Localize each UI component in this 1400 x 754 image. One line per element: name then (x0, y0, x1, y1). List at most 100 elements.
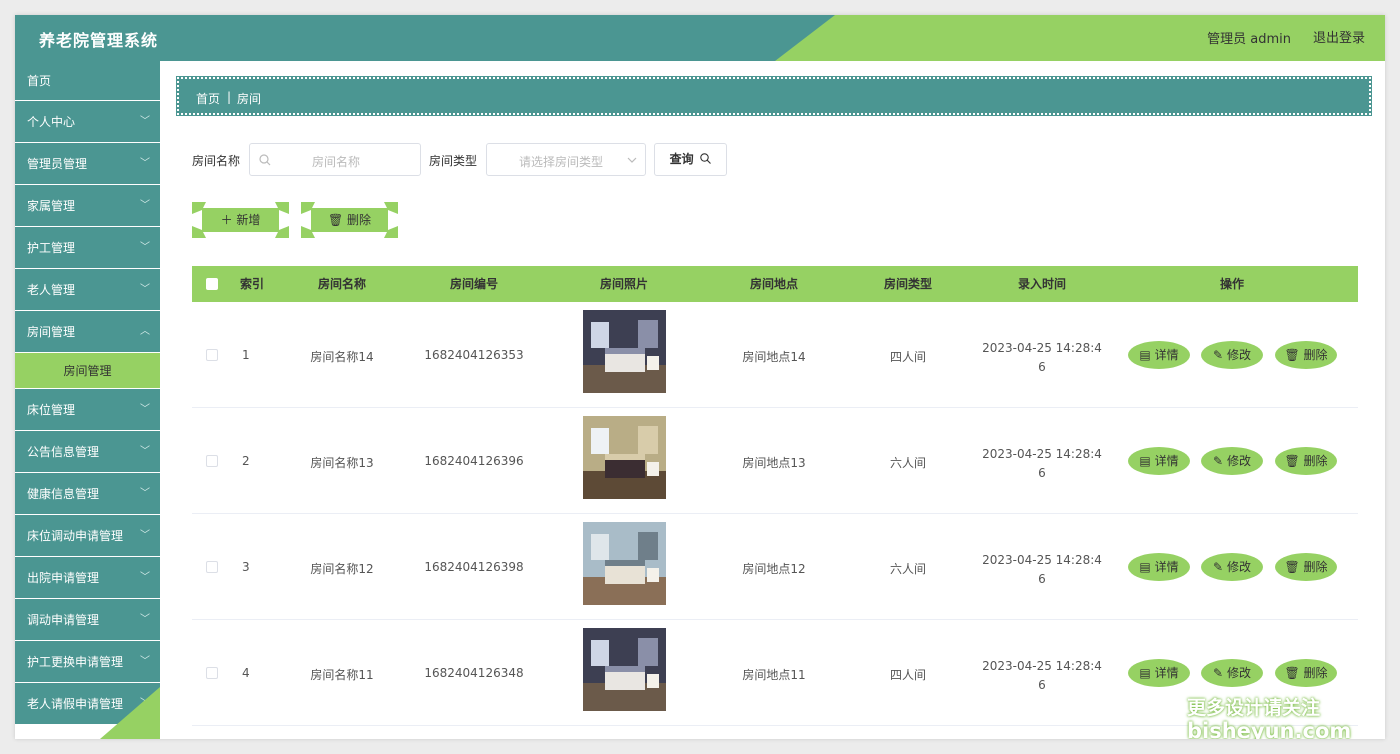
sidebar-item-beds[interactable]: 床位管理 ﹀ (15, 389, 160, 431)
pencil-icon: ✎ (1213, 560, 1224, 574)
plus-icon: ＋ (220, 213, 233, 227)
rooms-table: 索引 房间名称 房间编号 房间照片 房间地点 房间类型 录入时间 操作 1 房间名… (192, 266, 1358, 726)
col-entry-time: 录入时间 (1017, 277, 1066, 291)
detail-button[interactable]: ▤ 详情 (1126, 551, 1192, 583)
detail-button[interactable]: ▤ 详情 (1126, 445, 1192, 477)
sidebar-item-health[interactable]: 健康信息管理 ﹀ (15, 473, 160, 515)
sidebar-subitem-rooms[interactable]: 房间管理 (15, 353, 160, 389)
detail-button[interactable]: ▤ 详情 (1126, 657, 1192, 689)
col-room-location: 房间地点 (749, 277, 798, 291)
breadcrumb-current: 房间 (237, 92, 262, 106)
delete-button[interactable]: 🗑 删除 (1273, 657, 1339, 689)
chevron-down-icon: ﹀ (140, 572, 150, 583)
row-room-code: 1682404126398 (424, 560, 524, 574)
room-name-input[interactable]: 房间名称 (249, 143, 421, 176)
document-icon: ▤ (1139, 666, 1151, 680)
detail-button[interactable]: ▤ 详情 (1126, 339, 1192, 371)
table-row: 4 房间名称11 1682404126348 房间地点11 四人间 2023-04-25 … (192, 620, 1358, 726)
document-icon: ▤ (1139, 454, 1151, 468)
room-photo[interactable] (583, 522, 666, 605)
header-green-wedge (775, 15, 1385, 61)
edit-button-text: 修改 (1226, 560, 1251, 574)
row-entry-time: 2023-04-25 14:28:4 6 (972, 551, 1112, 589)
query-button[interactable]: 查询 (654, 143, 727, 176)
edit-button-label: ✎ 修改 (1199, 657, 1265, 689)
detail-button-text: 详情 (1154, 666, 1179, 680)
sidebar-item-family[interactable]: 家属管理 ﹀ (15, 185, 160, 227)
sidebar-item-label: 老人管理 (27, 283, 76, 297)
logout-button[interactable]: 退出登录 (1313, 27, 1365, 46)
row-room-type: 六人间 (889, 562, 926, 576)
row-room-location: 房间地点13 (742, 456, 806, 470)
sidebar-item-admins[interactable]: 管理员管理 ﹀ (15, 143, 160, 185)
entry-time-line2: 6 (1038, 572, 1046, 586)
edit-button[interactable]: ✎ 修改 (1199, 445, 1265, 477)
room-photo[interactable] (583, 628, 666, 711)
row-room-code: 1682404126396 (424, 454, 524, 468)
edit-button[interactable]: ✎ 修改 (1199, 339, 1265, 371)
sidebar-item-home[interactable]: 首页 (15, 61, 160, 101)
chevron-down-icon: ﹀ (140, 242, 150, 253)
row-room-type: 四人间 (889, 350, 926, 364)
sidebar-item-label: 床位调动申请管理 (27, 529, 124, 543)
watermark: 更多设计请关注 bisheyun.com (1185, 693, 1355, 739)
delete-button-label: 🗑 删除 (1273, 445, 1339, 477)
delete-button[interactable]: 🗑 删除 (1273, 339, 1339, 371)
detail-button-label: ▤ 详情 (1126, 657, 1192, 689)
detail-button-text: 详情 (1154, 560, 1179, 574)
batch-delete-button[interactable]: 🗑 删除 (301, 200, 398, 240)
row-room-location: 房间地点14 (742, 350, 806, 364)
room-type-select[interactable]: 请选择房间类型 (486, 143, 646, 176)
col-room-name: 房间名称 (317, 277, 366, 291)
sidebar-item-label: 房间管理 (27, 325, 76, 339)
row-index: 4 (242, 666, 250, 680)
edit-button[interactable]: ✎ 修改 (1199, 657, 1265, 689)
trash-icon: 🗑 (1284, 454, 1300, 468)
add-button-label: ＋ 新增 (192, 200, 289, 240)
row-checkbox[interactable] (206, 667, 218, 679)
chevron-down-icon (627, 157, 637, 163)
sidebar-menu: 首页 个人中心 ﹀ 管理员管理 ﹀ 家属管理 ﹀ 护工管理 ﹀ 老人管理 ﹀ 房间管理 ︿ … (15, 61, 160, 739)
row-room-code: 1682404126353 (424, 348, 524, 362)
room-photo[interactable] (583, 416, 666, 499)
trash-icon: 🗑 (327, 213, 344, 227)
sidebar-item-profile[interactable]: 个人中心 ﹀ (15, 101, 160, 143)
room-photo[interactable] (583, 310, 666, 393)
sidebar-item-transfer[interactable]: 调动申请管理 ﹀ (15, 599, 160, 641)
document-icon: ▤ (1139, 348, 1151, 362)
entry-time-line2: 6 (1038, 466, 1046, 480)
pencil-icon: ✎ (1213, 666, 1224, 680)
trash-icon: 🗑 (1284, 560, 1300, 574)
delete-button-text: 删除 (1303, 560, 1328, 574)
select-all-checkbox[interactable] (206, 278, 218, 290)
row-checkbox[interactable] (206, 561, 218, 573)
edit-button-text: 修改 (1226, 454, 1251, 468)
sidebar-item-rooms[interactable]: 房间管理 ︿ (15, 311, 160, 353)
delete-button-text: 删除 (1303, 666, 1328, 680)
row-room-type: 六人间 (889, 456, 926, 470)
row-checkbox[interactable] (206, 349, 218, 361)
add-button[interactable]: ＋ 新增 (192, 200, 289, 240)
chevron-down-icon: ﹀ (140, 488, 150, 499)
sidebar-item-label: 个人中心 (27, 115, 76, 129)
sidebar-corner-decoration (100, 687, 160, 739)
sidebar-item-label: 床位管理 (27, 403, 76, 417)
table-row: 3 房间名称12 1682404126398 房间地点12 六人间 2023-04-25 … (192, 514, 1358, 620)
sidebar-item-caregiver-change[interactable]: 护工更换申请管理 ﹀ (15, 641, 160, 683)
sidebar-item-caregivers[interactable]: 护工管理 ﹀ (15, 227, 160, 269)
sidebar-item-notices[interactable]: 公告信息管理 ﹀ (15, 431, 160, 473)
col-actions: 操作 (1219, 277, 1244, 291)
delete-button[interactable]: 🗑 删除 (1273, 445, 1339, 477)
edit-button[interactable]: ✎ 修改 (1199, 551, 1265, 583)
current-user-label: 管理员 admin (1207, 32, 1291, 47)
add-label-text: 新增 (236, 213, 261, 227)
sidebar-item-discharge[interactable]: 出院申请管理 ﹀ (15, 557, 160, 599)
breadcrumb-home[interactable]: 首页 (196, 90, 220, 107)
row-room-code: 1682404126348 (424, 666, 524, 680)
row-checkbox[interactable] (206, 455, 218, 467)
sidebar-item-elders[interactable]: 老人管理 ﹀ (15, 269, 160, 311)
pencil-icon: ✎ (1213, 454, 1224, 468)
entry-time-line1: 2023-04-25 14:28:4 (982, 447, 1102, 461)
sidebar-item-bed-transfer[interactable]: 床位调动申请管理 ﹀ (15, 515, 160, 557)
delete-button[interactable]: 🗑 删除 (1273, 551, 1339, 583)
